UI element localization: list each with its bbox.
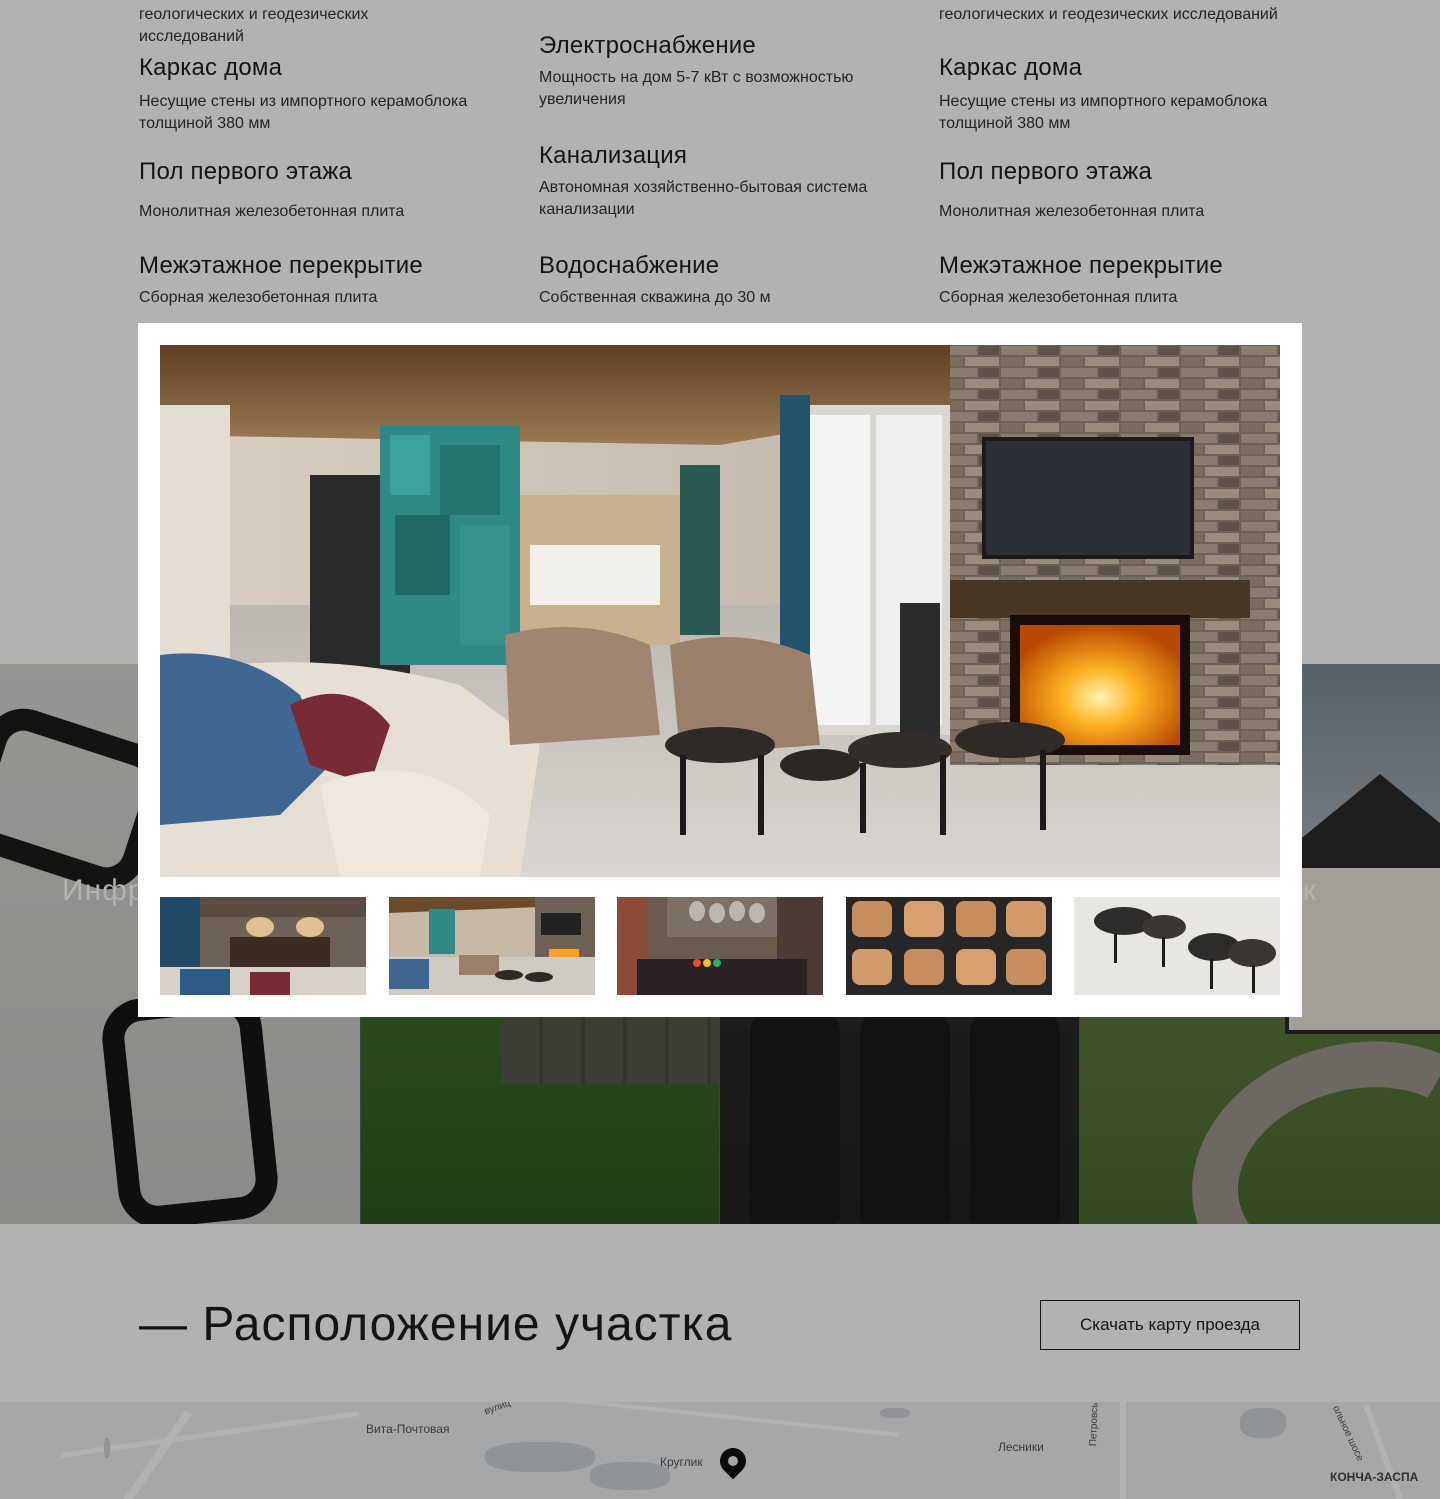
- thumb-image: [1074, 897, 1280, 995]
- gallery-thumbnail[interactable]: [389, 897, 595, 995]
- gallery-lightbox: [138, 323, 1302, 1017]
- living-room-photo: [160, 345, 1280, 877]
- thumb-image: [617, 897, 823, 995]
- thumb-image: [389, 897, 595, 995]
- gallery-thumbnail[interactable]: [617, 897, 823, 995]
- gallery-thumbnail[interactable]: [1074, 897, 1280, 995]
- gallery-thumbnail[interactable]: [160, 897, 366, 995]
- thumb-image: [160, 897, 366, 995]
- thumb-image: [846, 897, 1052, 995]
- gallery-thumbnails: [160, 897, 1280, 995]
- gallery-main-image[interactable]: [160, 345, 1280, 877]
- gallery-thumbnail[interactable]: [846, 897, 1052, 995]
